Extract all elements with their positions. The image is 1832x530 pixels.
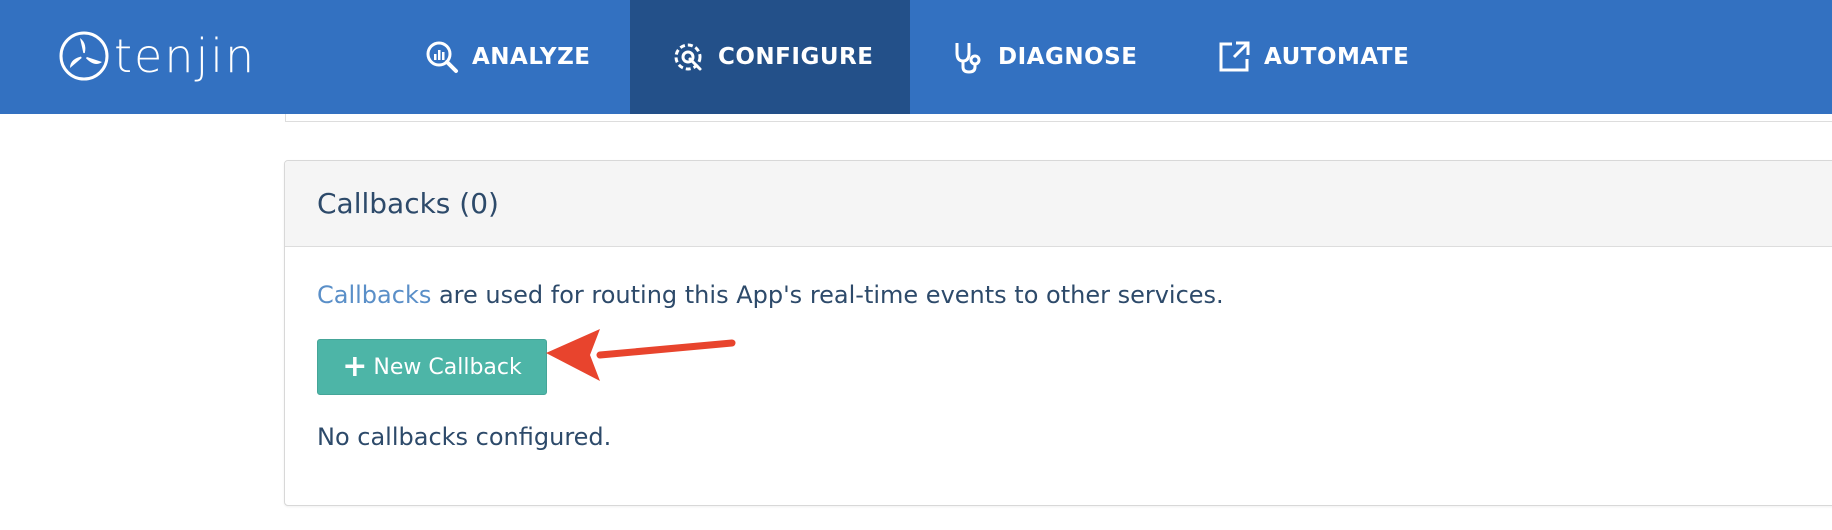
- callbacks-description: Callbacks are used for routing this App'…: [317, 281, 1224, 309]
- nav-tab-diagnose[interactable]: DIAGNOSE: [950, 0, 1137, 114]
- nav-tab-analyze[interactable]: ANALYZE: [424, 0, 590, 114]
- callbacks-help-link[interactable]: Callbacks: [317, 281, 431, 309]
- configure-icon: [674, 43, 702, 71]
- new-callback-button[interactable]: + New Callback: [317, 339, 547, 395]
- nav-tab-label: DIAGNOSE: [998, 44, 1138, 70]
- panel-header: Callbacks (0): [285, 161, 1832, 247]
- description-text: are used for routing this App's real-tim…: [431, 281, 1224, 309]
- nav-tab-automate[interactable]: AUTOMATE: [1216, 0, 1409, 114]
- external-link-icon: [1219, 41, 1250, 72]
- previous-panel-edge: [285, 114, 1832, 122]
- plus-icon: +: [342, 349, 368, 384]
- panel-title: Callbacks (0): [317, 187, 499, 220]
- tenjin-logo[interactable]: tenjin: [58, 28, 256, 84]
- tenjin-logo-icon: [59, 31, 109, 81]
- top-navigation-bar: tenjin ANALYZE CONFIGURE DIAGNOSE AUTOMA…: [0, 0, 1832, 114]
- empty-state-message: No callbacks configured.: [317, 423, 612, 451]
- new-callback-label: New Callback: [373, 354, 522, 380]
- analyze-icon: [426, 41, 458, 73]
- stethoscope-icon: [955, 43, 981, 74]
- brand-name: tenjin: [114, 29, 257, 83]
- annotation-arrow-icon: [546, 329, 736, 381]
- nav-tab-label: CONFIGURE: [718, 44, 874, 70]
- nav-tab-label: AUTOMATE: [1264, 44, 1410, 70]
- nav-tab-label: ANALYZE: [472, 44, 591, 70]
- callbacks-panel: Callbacks (0) Callbacks are used for rou…: [284, 160, 1832, 506]
- nav-tab-configure[interactable]: CONFIGURE: [630, 0, 910, 114]
